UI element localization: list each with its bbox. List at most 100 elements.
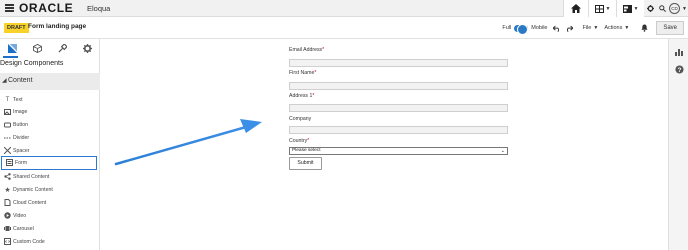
text-icon: T [5,96,10,103]
component-label: Button [13,121,28,128]
divider-icon [4,134,11,141]
page-title[interactable]: Form landing page [28,23,86,30]
help-icon: ? [674,64,684,73]
button-icon [4,121,11,128]
redo-icon [567,25,575,33]
cube-icon [33,43,42,53]
form-icon [6,159,13,166]
star-icon: ★ [4,186,11,194]
component-label: Carousel [13,225,34,232]
design-components-panel: Design Components ◢ Content T Text Image… [0,39,100,250]
design-icon [8,43,17,53]
component-text[interactable]: T Text [0,94,100,105]
home-button[interactable] [563,0,588,17]
component-button[interactable]: Button [0,119,100,130]
email-field[interactable] [289,59,508,67]
required-marker: * [312,93,315,99]
company-label-text: Company [289,116,312,122]
settings-button[interactable] [644,0,656,17]
tab-design[interactable] [0,39,25,57]
country-select[interactable]: Please select ⌄ [289,147,508,155]
first-name-field[interactable] [289,82,508,90]
video-icon [4,212,11,219]
submit-button[interactable]: Submit [289,157,322,170]
component-label: Cloud Content [13,199,47,206]
component-label: Spacer [13,147,30,154]
actions-menu[interactable]: Actions ▼ [604,25,629,31]
svg-text:?: ? [677,66,681,73]
chevron-down-icon: ▼ [593,25,599,31]
avatar: CD [669,3,681,14]
help-button[interactable]: ? [673,63,685,75]
component-video[interactable]: Video [0,210,100,221]
redo-button[interactable] [565,19,575,37]
component-label: Dynamic Content [13,186,53,193]
component-image[interactable]: Image [0,106,100,117]
grid-icon [594,4,604,13]
view-mobile-label[interactable]: Mobile [531,25,547,31]
view-toggle[interactable] [514,23,529,35]
component-label: Form [15,159,28,166]
required-marker: * [322,47,325,53]
component-label: Custom Code [13,238,45,245]
shared-icon [4,173,11,180]
country-label-text: Country [289,138,308,144]
address-label-text: Address 1 [289,93,313,99]
paint-icon [58,43,67,53]
component-label: Text [13,96,23,103]
gear-icon [646,5,654,12]
content-section-header[interactable]: ◢ Content [0,73,100,90]
component-carousel[interactable]: Carousel [0,223,100,234]
panel-title: Design Components [0,60,64,67]
component-dynamic-content[interactable]: ★ Dynamic Content [0,184,100,195]
company-field[interactable] [289,126,508,134]
image-icon [4,108,11,115]
component-label: Divider [13,134,30,141]
save-button[interactable]: Save [656,21,684,35]
component-form[interactable]: Form [1,156,97,170]
landing-page-canvas[interactable]: Email Address* First Name* Address 1* Co… [101,39,668,250]
search-button[interactable] [656,0,668,17]
file-menu-label: File [582,25,592,31]
gear-icon [83,43,92,53]
view-full-label[interactable]: Full [502,25,511,31]
component-label: Image [13,108,28,115]
component-divider[interactable]: Divider [0,132,100,143]
user-menu-button[interactable]: CD ▼ [668,0,688,17]
tab-styles[interactable] [50,39,75,57]
email-label-text: Email Address [289,47,323,53]
tab-settings[interactable] [75,39,100,57]
header-actions: ▼ ▼ CD ▼ [563,0,688,17]
right-rail: ? [668,39,688,250]
apps-menu-button[interactable]: ▼ [588,0,616,17]
undo-button[interactable] [552,19,561,37]
notifications-button[interactable] [641,19,648,37]
spacer-icon [4,147,11,154]
address-label: Address 1* [289,93,314,99]
component-shared-content[interactable]: Shared Content [0,171,100,182]
first-name-label: First Name* [289,70,316,76]
file-menu[interactable]: File ▼ [582,25,598,31]
component-spacer[interactable]: Spacer [0,145,100,156]
assets-icon [622,4,632,13]
required-marker: * [307,138,310,144]
required-marker: * [314,70,317,76]
component-cloud-content[interactable]: Cloud Content [0,197,100,208]
first-name-label-text: First Name [289,70,315,76]
component-label: Video [13,212,27,219]
component-custom-code[interactable]: Custom Code [0,236,100,247]
menu-icon[interactable] [5,4,14,12]
assets-menu-button[interactable]: ▼ [616,0,644,17]
section-header-label: Content [8,77,33,84]
bar-chart-icon [674,49,683,56]
analytics-button[interactable] [673,46,685,58]
status-badge: DRAFT [4,23,29,33]
code-icon [4,238,11,245]
address-field[interactable] [289,104,508,112]
component-label: Shared Content [13,173,50,180]
tab-components[interactable] [25,39,50,57]
chevron-down-icon: ◢ [2,78,7,84]
chevron-down-icon: ▼ [624,25,630,31]
product-name: Eloqua [87,4,111,13]
editor-actions: Full Mobile File ▼ Actions ▼ Save [502,20,684,36]
